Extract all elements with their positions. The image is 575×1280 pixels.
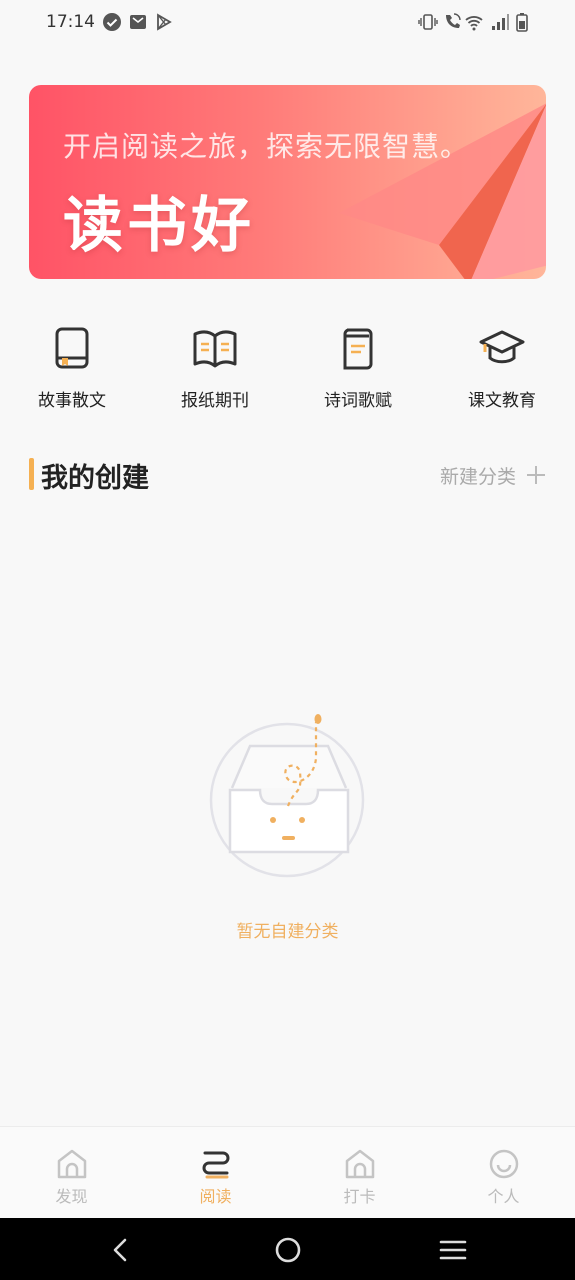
category-label: 诗词歌赋 <box>324 391 392 411</box>
reading-icon <box>202 1151 229 1179</box>
section-accent-bar <box>29 458 34 490</box>
tab-profile[interactable]: 个人 <box>432 1127 575 1219</box>
empty-box-illustration <box>209 714 365 878</box>
wifi-call-icon <box>446 13 461 28</box>
home-icon <box>57 1149 86 1179</box>
tab-label: 打卡 <box>343 1187 376 1206</box>
status-time: 17:14 <box>46 12 95 32</box>
section-title: 我的创建 <box>41 463 149 494</box>
banner-title: 读书好 <box>63 191 255 261</box>
check-circle-icon <box>103 13 121 31</box>
checkin-icon <box>345 1149 374 1179</box>
tab-checkin[interactable]: 打卡 <box>288 1127 431 1219</box>
mail-icon <box>130 15 146 29</box>
bottom-tab-bar: 发现 阅读 打卡 个人 <box>0 1126 575 1219</box>
category-stories-essays[interactable]: 故事散文 <box>2 320 142 411</box>
tab-label: 个人 <box>487 1187 520 1206</box>
system-nav-bar <box>0 1218 575 1280</box>
promo-banner[interactable]: 开启阅读之旅，探索无限智慧。 读书好 <box>29 85 546 279</box>
category-label: 故事散文 <box>38 391 106 411</box>
vibrate-icon <box>418 14 438 30</box>
category-label: 课文教育 <box>468 391 536 411</box>
tab-label: 阅读 <box>199 1187 232 1206</box>
category-newspapers-journals[interactable]: 报纸期刊 <box>145 320 285 411</box>
notebook-icon <box>343 328 373 370</box>
category-textbook-education[interactable]: 课文教育 <box>432 320 572 411</box>
graduation-cap-icon <box>479 330 525 364</box>
home-button-icon[interactable] <box>272 1234 304 1266</box>
signal-icon <box>492 14 509 30</box>
menu-icon[interactable] <box>437 1234 469 1266</box>
paper-plane-icon <box>339 103 546 279</box>
open-book-icon <box>193 330 237 368</box>
smiley-icon <box>489 1149 518 1179</box>
plus-icon <box>526 465 546 485</box>
new-category-label: 新建分类 <box>439 465 516 488</box>
back-icon[interactable] <box>105 1234 137 1266</box>
category-label: 报纸期刊 <box>181 391 249 411</box>
wifi-icon <box>465 16 483 31</box>
battery-icon <box>516 13 528 32</box>
my-creations-header: 我的创建 新建分类 <box>29 456 546 496</box>
new-category-button[interactable]: 新建分类 <box>440 460 546 490</box>
tab-reading[interactable]: 阅读 <box>144 1127 287 1219</box>
tab-label: 发现 <box>55 1187 88 1206</box>
category-poetry[interactable]: 诗词歌赋 <box>288 320 428 411</box>
category-grid: 故事散文 报纸期刊 诗词歌赋 课文教育 <box>0 320 575 430</box>
empty-state-text: 暂无自建分类 <box>236 922 339 942</box>
tab-discover[interactable]: 发现 <box>0 1127 143 1219</box>
status-bar: 17:14 <box>0 0 575 48</box>
book-icon <box>55 327 89 369</box>
play-store-icon <box>157 13 172 31</box>
banner-subtitle: 开启阅读之旅，探索无限智慧。 <box>63 130 470 163</box>
